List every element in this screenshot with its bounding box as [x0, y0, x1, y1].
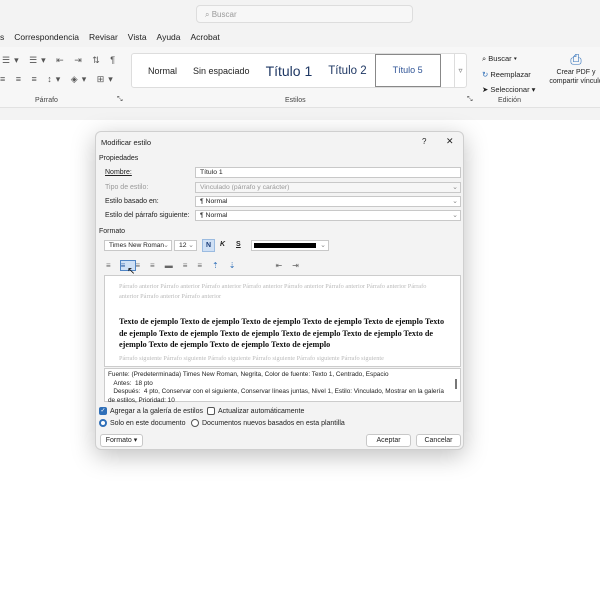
styles-gallery: Normal Sin espaciado Título 1 Título 2 T… [131, 53, 467, 88]
new-documents-radio[interactable]: Documentos nuevos basados en esta planti… [191, 419, 345, 427]
style-type-select[interactable]: Vinculado (párrafo y carácter) ⌄ [195, 182, 461, 193]
alignment-toolbar: ≡≡≡≡▬≡≡⇡⇣ ⇤⇥ [106, 260, 309, 271]
add-gallery-checkbox[interactable]: ✓ Agregar a la galería de estilos [99, 407, 203, 415]
style-type-label: Tipo de estilo: [105, 184, 149, 191]
chevron-down-icon: ⌄ [452, 198, 458, 205]
list-buttons-icon[interactable]: ☰▾ ☰▾ ⇤ ⇥ ⇅ ¶ [2, 55, 119, 66]
tab-correspondencia[interactable]: Correspondencia [14, 32, 79, 44]
style-preview: Párrafo anterior Párrafo anterior Párraf… [104, 275, 461, 367]
decrease-indent-icon[interactable]: ⇤ [275, 261, 292, 270]
close-icon[interactable]: ✕ [446, 136, 454, 147]
style-titulo-5[interactable]: Título 5 [374, 54, 441, 87]
tab-ayuda[interactable]: Ayuda [157, 32, 181, 44]
dialog-launcher-icon[interactable]: ⤡ [467, 96, 473, 104]
create-pdf-button[interactable]: ⎙ Crear PDF y compartir vínculo [546, 50, 600, 86]
mouse-cursor-icon: ↖ [127, 266, 136, 277]
ribbon-tabs: s Correspondencia Revisar Vista Ayuda Ac… [0, 32, 220, 44]
bold-button[interactable]: N [202, 239, 215, 252]
next-paragraph-text: Párrafo siguiente Párrafo siguiente Párr… [119, 354, 384, 362]
search-icon: ⌕ [205, 10, 212, 19]
search-input[interactable]: ⌕ Buscar [196, 5, 413, 23]
chevron-down-icon: ⌄ [452, 212, 458, 219]
based-on-select[interactable]: ¶ Normal ⌄ [195, 196, 461, 207]
chevron-down-icon: ⌄ [452, 184, 458, 191]
checkbox-checked-icon: ✓ [99, 407, 107, 415]
properties-heading: Propiedades [99, 155, 139, 162]
align-right-icon[interactable]: ≡ [135, 261, 150, 270]
styles-group-label: Estilos [285, 97, 306, 104]
format-heading: Formato [99, 228, 126, 235]
help-button[interactable]: ? [422, 137, 426, 146]
style-normal[interactable]: Normal [140, 66, 185, 76]
next-style-label: Estilo del párrafo siguiente: [105, 212, 190, 219]
name-label: Nombre: [105, 169, 132, 176]
ok-button[interactable]: Aceptar [366, 434, 411, 447]
space-after-icon[interactable]: ⇣ [229, 261, 246, 270]
gallery-more-icon[interactable]: ▿ [454, 54, 466, 87]
tab-revisar[interactable]: Revisar [89, 32, 118, 44]
dialog-launcher-icon[interactable]: ⤡ [117, 96, 123, 104]
tab-partial[interactable]: s [0, 32, 4, 44]
chevron-down-icon: ⌄ [188, 242, 194, 249]
radio-selected-icon [99, 419, 107, 427]
previous-paragraph-text: Párrafo anterior Párrafo anterior Párraf… [119, 283, 427, 300]
sample-text: Texto de ejemplo Texto de ejemplo Texto … [119, 317, 445, 349]
select-button[interactable]: ➤ Seleccionar ▾ [482, 82, 535, 98]
paragraph-group-label: Párrafo [35, 97, 58, 104]
style-titulo-2[interactable]: Título 2 [320, 65, 374, 77]
chevron-down-icon: ⌄ [163, 242, 169, 249]
checkbox-unchecked-icon [207, 407, 215, 415]
editing-group-label: Edición [498, 97, 521, 104]
font-color-swatch [254, 243, 316, 248]
dialog-title: Modificar estilo [101, 138, 152, 147]
double-spacing-icon[interactable]: ≡ [197, 261, 212, 270]
italic-button[interactable]: K [220, 241, 225, 248]
increase-indent-icon[interactable]: ⇥ [292, 261, 309, 270]
auto-update-checkbox[interactable]: Actualizar automáticamente [207, 407, 304, 415]
based-on-label: Estilo basado en: [105, 198, 159, 205]
underline-button[interactable]: S [236, 241, 241, 248]
one-half-spacing-icon[interactable]: ≡ [183, 261, 198, 270]
font-select[interactable]: Times New Roman ⌄ [104, 240, 172, 251]
align-left-icon[interactable]: ≡ [106, 261, 121, 270]
font-size-select[interactable]: 12 ⌄ [174, 240, 197, 251]
style-titulo-1[interactable]: Título 1 [258, 63, 321, 79]
style-sin-espaciado[interactable]: Sin espaciado [185, 66, 258, 76]
tab-acrobat[interactable]: Acrobat [191, 32, 220, 44]
single-spacing-icon[interactable]: ▬ [165, 261, 183, 270]
only-document-radio[interactable]: Solo en este documento [99, 419, 186, 427]
format-menu-button[interactable]: Formato ▾ [100, 434, 143, 447]
scrollbar[interactable] [455, 379, 457, 389]
name-input[interactable]: Título 1 [195, 167, 461, 178]
chevron-down-icon: ⌄ [320, 242, 326, 249]
modify-style-dialog: Modificar estilo ? ✕ Propiedades Nombre:… [95, 131, 464, 450]
next-style-select[interactable]: ¶ Normal ⌄ [195, 210, 461, 221]
find-button[interactable]: ⌕ Buscar ▾ [482, 51, 535, 67]
editing-group: ⌕ Buscar ▾ ↻ Reemplazar ➤ Seleccionar ▾ [482, 51, 535, 98]
cancel-button[interactable]: Cancelar [416, 434, 461, 447]
justify-icon[interactable]: ≡ [150, 261, 165, 270]
style-description: Fuente: (Predeterminada) Times New Roman… [104, 368, 461, 404]
radio-unselected-icon [191, 419, 199, 427]
replace-button[interactable]: ↻ Reemplazar [482, 67, 535, 83]
font-color-select[interactable]: ⌄ [251, 240, 329, 251]
tab-vista[interactable]: Vista [128, 32, 147, 44]
pdf-icon: ⎙ [570, 51, 582, 67]
alignment-buttons-icon[interactable]: ≡ ≡ ≡ ↕▾ ◈▾ ⊞▾ [0, 74, 117, 85]
space-before-icon[interactable]: ⇡ [212, 261, 229, 270]
